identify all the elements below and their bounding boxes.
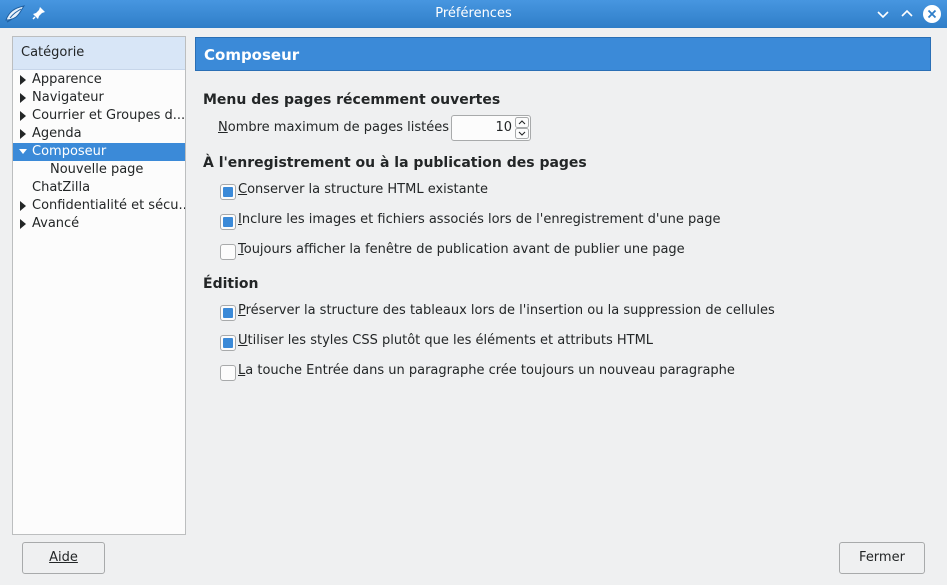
spin-up-icon[interactable] [515,117,529,128]
option-checkbox[interactable] [220,365,236,381]
sidebar-item[interactable]: Nouvelle page [13,161,185,179]
option-checkbox[interactable] [220,184,236,200]
close-icon[interactable] [922,4,942,24]
option-label[interactable]: Toujours afficher la fenêtre de publicat… [238,242,685,257]
sidebar-item[interactable]: Agenda [13,125,185,143]
sidebar-item[interactable]: Apparence [13,71,185,89]
sidebar-item[interactable]: Confidentialité et sécu... [13,197,185,215]
saving-heading: À l'enregistrement ou à la publication d… [203,155,587,171]
sidebar-item-label: Confidentialité et sécu... [32,198,185,213]
category-header[interactable]: Catégorie [13,37,185,70]
sidebar-item-label: Composeur [32,144,107,159]
collapsed-arrow-icon[interactable] [19,111,27,121]
collapsed-arrow-icon[interactable] [19,129,27,139]
panel-title: Composeur [195,37,931,71]
sidebar-item-label: Courrier et Groupes d... [32,108,185,123]
sidebar-item-label: Agenda [32,126,82,141]
sidebar-item[interactable]: ChatZilla [13,179,185,197]
window-title: Préférences [435,6,512,21]
max-pages-spinbox[interactable]: 10 [451,115,531,141]
sidebar-item-label: Nouvelle page [50,162,144,177]
maximize-icon[interactable] [898,5,916,23]
sidebar-item-label: Avancé [32,216,80,231]
recent-pages-heading: Menu des pages récemment ouvertes [203,92,501,108]
collapsed-arrow-icon[interactable] [19,93,27,103]
option-label[interactable]: Utiliser les styles CSS plutôt que les é… [238,333,653,348]
option-label[interactable]: Inclure les images et fichiers associés … [238,212,720,227]
sidebar-item[interactable]: Courrier et Groupes d... [13,107,185,125]
editing-heading: Édition [203,276,259,292]
collapsed-arrow-icon[interactable] [19,75,27,85]
sidebar-item-label: Apparence [32,72,102,87]
minimize-icon[interactable] [874,5,892,23]
category-tree[interactable]: Catégorie Apparence Navigateur Courrier et… [12,36,186,535]
title-bar: Préférences [0,0,947,28]
option-checkbox[interactable] [220,244,236,260]
expanded-arrow-icon[interactable] [19,147,27,157]
collapsed-arrow-icon[interactable] [19,219,27,229]
max-pages-label: Nombre maximum de pages listées : [218,120,458,135]
sidebar-item[interactable]: Avancé [13,215,185,233]
sidebar-item[interactable]: Composeur [13,143,185,161]
help-button[interactable]: Aide [22,542,105,574]
spin-down-icon[interactable] [515,128,529,139]
option-checkbox[interactable] [220,214,236,230]
option-label[interactable]: Conserver la structure HTML existante [238,182,488,197]
collapsed-arrow-icon[interactable] [19,201,27,211]
sidebar-item-label: Navigateur [32,90,104,105]
close-button[interactable]: Fermer [839,542,925,574]
option-label[interactable]: La touche Entrée dans un paragraphe crée… [238,363,735,378]
option-checkbox[interactable] [220,305,236,321]
max-pages-value[interactable]: 10 [495,120,512,135]
option-checkbox[interactable] [220,335,236,351]
sidebar-item-label: ChatZilla [32,180,91,195]
sidebar-item[interactable]: Navigateur [13,89,185,107]
option-label[interactable]: Préserver la structure des tableaux lors… [238,303,775,318]
